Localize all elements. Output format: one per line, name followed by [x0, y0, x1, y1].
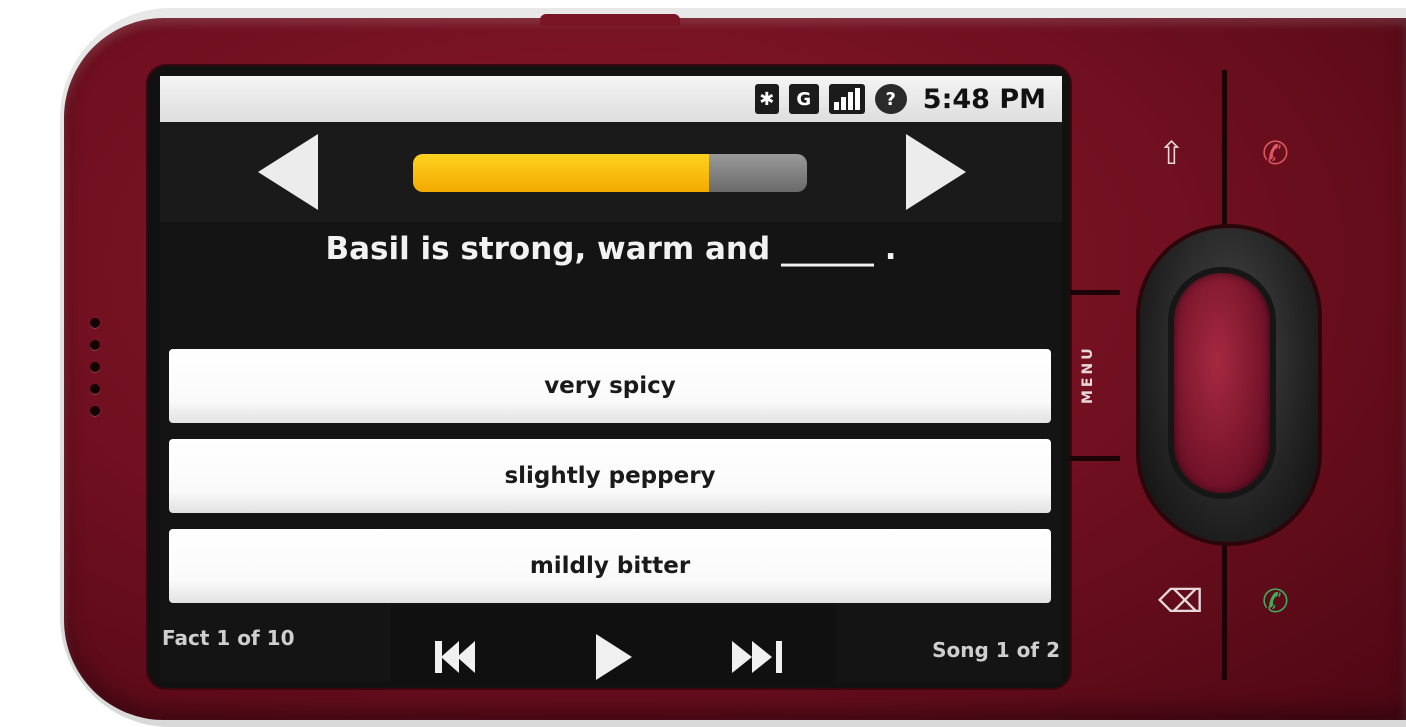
screen: ✱ G ? 5:48 PM Basil is strong, warm and …	[160, 76, 1062, 682]
speaker-grill	[88, 318, 104, 438]
status-time: 5:48 PM	[922, 83, 1046, 115]
back-icon[interactable]: ⌫	[1158, 582, 1203, 620]
question-text: Basil is strong, warm and ______ .	[325, 231, 897, 267]
answer-button[interactable]: very spicy	[169, 349, 1051, 423]
signal-icon	[828, 84, 865, 114]
menu-key-top-edge	[1070, 290, 1120, 295]
phone-top-button	[540, 14, 680, 26]
previous-fact-button[interactable]	[258, 134, 318, 210]
quiz-progress-bar	[413, 154, 807, 192]
help-icon: ?	[874, 84, 907, 114]
home-icon[interactable]: ⇧	[1158, 134, 1185, 172]
next-track-button[interactable]	[732, 641, 782, 673]
song-counter: Song 1 of 2	[932, 638, 1060, 662]
key-divider-bottom	[1222, 540, 1227, 680]
gprs-icon: G	[788, 84, 819, 114]
call-icon[interactable]: ✆	[1262, 582, 1289, 620]
previous-track-button[interactable]	[435, 641, 475, 673]
answer-button[interactable]: slightly peppery	[169, 439, 1051, 513]
play-button[interactable]	[596, 634, 632, 680]
menu-key-bottom-edge	[1070, 456, 1120, 461]
media-bar: Fact 1 of 10 Song 1 of 2	[160, 606, 1062, 682]
status-bar: ✱ G ? 5:48 PM	[160, 76, 1062, 122]
end-call-icon[interactable]: ✆	[1262, 134, 1289, 172]
trackball[interactable]	[1174, 273, 1270, 493]
menu-button[interactable]: MENU	[1080, 340, 1120, 410]
bluetooth-icon: ✱	[754, 84, 779, 114]
answer-button[interactable]: mildly bitter	[169, 529, 1051, 603]
fact-counter: Fact 1 of 10	[162, 626, 295, 650]
quiz-progress-fill	[413, 154, 709, 192]
key-divider-top	[1222, 70, 1227, 230]
next-fact-button[interactable]	[906, 134, 966, 210]
